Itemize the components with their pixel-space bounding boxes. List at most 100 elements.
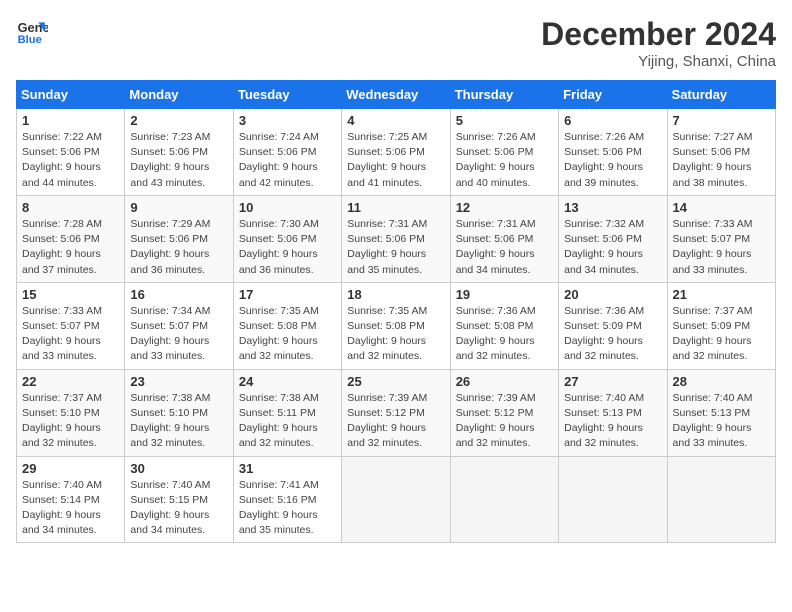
day-number: 23 (130, 374, 227, 389)
day-info: Sunrise: 7:38 AMSunset: 5:11 PMDaylight:… (239, 392, 319, 450)
day-number: 31 (239, 461, 336, 476)
weekday-header-monday: Monday (125, 81, 233, 109)
calendar-cell: 29 Sunrise: 7:40 AMSunset: 5:14 PMDaylig… (17, 456, 125, 543)
day-number: 3 (239, 113, 336, 128)
logo-icon: General Blue (16, 16, 48, 48)
calendar-cell: 21 Sunrise: 7:37 AMSunset: 5:09 PMDaylig… (667, 282, 775, 369)
calendar-cell: 12 Sunrise: 7:31 AMSunset: 5:06 PMDaylig… (450, 195, 558, 282)
day-info: Sunrise: 7:40 AMSunset: 5:13 PMDaylight:… (673, 392, 753, 450)
day-info: Sunrise: 7:40 AMSunset: 5:15 PMDaylight:… (130, 479, 210, 537)
day-info: Sunrise: 7:31 AMSunset: 5:06 PMDaylight:… (456, 218, 536, 276)
weekday-header-friday: Friday (559, 81, 667, 109)
day-number: 11 (347, 200, 444, 215)
calendar-cell: 4 Sunrise: 7:25 AMSunset: 5:06 PMDayligh… (342, 109, 450, 196)
day-number: 16 (130, 287, 227, 302)
calendar-cell: 2 Sunrise: 7:23 AMSunset: 5:06 PMDayligh… (125, 109, 233, 196)
day-info: Sunrise: 7:35 AMSunset: 5:08 PMDaylight:… (239, 305, 319, 363)
day-info: Sunrise: 7:29 AMSunset: 5:06 PMDaylight:… (130, 218, 210, 276)
logo: General Blue (16, 16, 48, 48)
calendar-cell (559, 456, 667, 543)
day-number: 19 (456, 287, 553, 302)
day-number: 29 (22, 461, 119, 476)
day-info: Sunrise: 7:41 AMSunset: 5:16 PMDaylight:… (239, 479, 319, 537)
calendar-cell: 13 Sunrise: 7:32 AMSunset: 5:06 PMDaylig… (559, 195, 667, 282)
calendar-cell: 18 Sunrise: 7:35 AMSunset: 5:08 PMDaylig… (342, 282, 450, 369)
day-number: 26 (456, 374, 553, 389)
day-info: Sunrise: 7:40 AMSunset: 5:13 PMDaylight:… (564, 392, 644, 450)
calendar-cell: 17 Sunrise: 7:35 AMSunset: 5:08 PMDaylig… (233, 282, 341, 369)
day-info: Sunrise: 7:23 AMSunset: 5:06 PMDaylight:… (130, 131, 210, 189)
day-info: Sunrise: 7:39 AMSunset: 5:12 PMDaylight:… (456, 392, 536, 450)
day-number: 13 (564, 200, 661, 215)
day-info: Sunrise: 7:33 AMSunset: 5:07 PMDaylight:… (22, 305, 102, 363)
day-number: 28 (673, 374, 770, 389)
page-header: General Blue December 2024 Yijing, Shanx… (16, 16, 776, 70)
calendar-cell: 20 Sunrise: 7:36 AMSunset: 5:09 PMDaylig… (559, 282, 667, 369)
day-number: 1 (22, 113, 119, 128)
weekday-header-thursday: Thursday (450, 81, 558, 109)
calendar-cell: 14 Sunrise: 7:33 AMSunset: 5:07 PMDaylig… (667, 195, 775, 282)
day-info: Sunrise: 7:37 AMSunset: 5:10 PMDaylight:… (22, 392, 102, 450)
day-number: 20 (564, 287, 661, 302)
day-info: Sunrise: 7:36 AMSunset: 5:08 PMDaylight:… (456, 305, 536, 363)
calendar-cell (342, 456, 450, 543)
title-block: December 2024 Yijing, Shanxi, China (541, 16, 776, 70)
day-info: Sunrise: 7:24 AMSunset: 5:06 PMDaylight:… (239, 131, 319, 189)
day-info: Sunrise: 7:26 AMSunset: 5:06 PMDaylight:… (564, 131, 644, 189)
day-number: 15 (22, 287, 119, 302)
day-info: Sunrise: 7:27 AMSunset: 5:06 PMDaylight:… (673, 131, 753, 189)
weekday-header-wednesday: Wednesday (342, 81, 450, 109)
day-number: 18 (347, 287, 444, 302)
calendar-cell: 24 Sunrise: 7:38 AMSunset: 5:11 PMDaylig… (233, 369, 341, 456)
calendar-cell: 1 Sunrise: 7:22 AMSunset: 5:06 PMDayligh… (17, 109, 125, 196)
calendar-cell: 8 Sunrise: 7:28 AMSunset: 5:06 PMDayligh… (17, 195, 125, 282)
calendar-week-row: 22 Sunrise: 7:37 AMSunset: 5:10 PMDaylig… (17, 369, 776, 456)
day-number: 4 (347, 113, 444, 128)
calendar-cell: 3 Sunrise: 7:24 AMSunset: 5:06 PMDayligh… (233, 109, 341, 196)
weekday-header-tuesday: Tuesday (233, 81, 341, 109)
calendar-cell: 10 Sunrise: 7:30 AMSunset: 5:06 PMDaylig… (233, 195, 341, 282)
calendar-cell: 19 Sunrise: 7:36 AMSunset: 5:08 PMDaylig… (450, 282, 558, 369)
calendar-cell: 25 Sunrise: 7:39 AMSunset: 5:12 PMDaylig… (342, 369, 450, 456)
weekday-header-saturday: Saturday (667, 81, 775, 109)
month-year: December 2024 (541, 16, 776, 53)
day-info: Sunrise: 7:35 AMSunset: 5:08 PMDaylight:… (347, 305, 427, 363)
weekday-header-sunday: Sunday (17, 81, 125, 109)
day-number: 17 (239, 287, 336, 302)
day-info: Sunrise: 7:37 AMSunset: 5:09 PMDaylight:… (673, 305, 753, 363)
calendar-cell: 31 Sunrise: 7:41 AMSunset: 5:16 PMDaylig… (233, 456, 341, 543)
day-info: Sunrise: 7:25 AMSunset: 5:06 PMDaylight:… (347, 131, 427, 189)
day-number: 2 (130, 113, 227, 128)
calendar-cell (667, 456, 775, 543)
calendar-cell: 23 Sunrise: 7:38 AMSunset: 5:10 PMDaylig… (125, 369, 233, 456)
day-info: Sunrise: 7:33 AMSunset: 5:07 PMDaylight:… (673, 218, 753, 276)
day-info: Sunrise: 7:30 AMSunset: 5:06 PMDaylight:… (239, 218, 319, 276)
day-number: 10 (239, 200, 336, 215)
location: Yijing, Shanxi, China (541, 53, 776, 70)
day-info: Sunrise: 7:39 AMSunset: 5:12 PMDaylight:… (347, 392, 427, 450)
calendar-cell: 28 Sunrise: 7:40 AMSunset: 5:13 PMDaylig… (667, 369, 775, 456)
day-number: 25 (347, 374, 444, 389)
calendar-cell: 9 Sunrise: 7:29 AMSunset: 5:06 PMDayligh… (125, 195, 233, 282)
calendar-cell (450, 456, 558, 543)
day-number: 12 (456, 200, 553, 215)
day-number: 9 (130, 200, 227, 215)
day-number: 8 (22, 200, 119, 215)
calendar-cell: 16 Sunrise: 7:34 AMSunset: 5:07 PMDaylig… (125, 282, 233, 369)
calendar-cell: 11 Sunrise: 7:31 AMSunset: 5:06 PMDaylig… (342, 195, 450, 282)
calendar-week-row: 29 Sunrise: 7:40 AMSunset: 5:14 PMDaylig… (17, 456, 776, 543)
day-number: 6 (564, 113, 661, 128)
calendar-week-row: 8 Sunrise: 7:28 AMSunset: 5:06 PMDayligh… (17, 195, 776, 282)
calendar-table: SundayMondayTuesdayWednesdayThursdayFrid… (16, 80, 776, 543)
day-info: Sunrise: 7:22 AMSunset: 5:06 PMDaylight:… (22, 131, 102, 189)
calendar-cell: 5 Sunrise: 7:26 AMSunset: 5:06 PMDayligh… (450, 109, 558, 196)
calendar-cell: 15 Sunrise: 7:33 AMSunset: 5:07 PMDaylig… (17, 282, 125, 369)
day-info: Sunrise: 7:38 AMSunset: 5:10 PMDaylight:… (130, 392, 210, 450)
calendar-cell: 7 Sunrise: 7:27 AMSunset: 5:06 PMDayligh… (667, 109, 775, 196)
calendar-cell: 22 Sunrise: 7:37 AMSunset: 5:10 PMDaylig… (17, 369, 125, 456)
day-number: 5 (456, 113, 553, 128)
day-info: Sunrise: 7:34 AMSunset: 5:07 PMDaylight:… (130, 305, 210, 363)
day-number: 21 (673, 287, 770, 302)
day-number: 7 (673, 113, 770, 128)
day-info: Sunrise: 7:31 AMSunset: 5:06 PMDaylight:… (347, 218, 427, 276)
